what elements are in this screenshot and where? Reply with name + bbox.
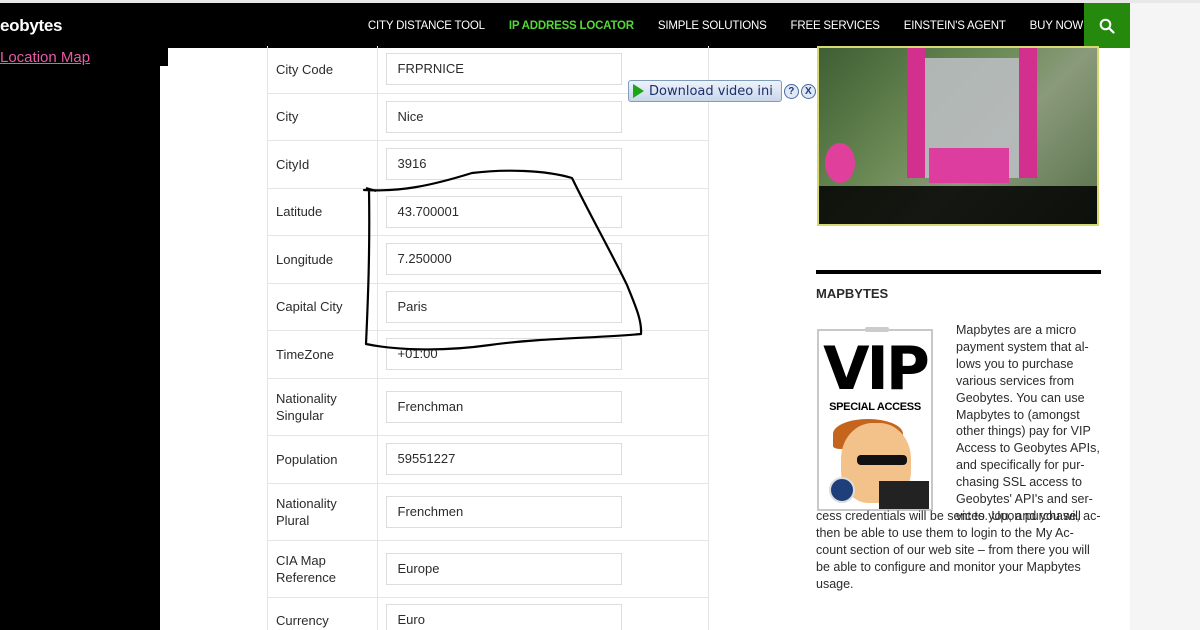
nationality-singular-field[interactable]: Frenchman	[385, 390, 622, 423]
right-page-edge	[1130, 3, 1200, 630]
widget-text-line: chasing SSL access to	[956, 475, 1082, 490]
widget-text-line: Geobytes. You can use	[956, 390, 1085, 405]
latitude-field[interactable]: 43.700001	[385, 195, 622, 228]
row-label: Population	[268, 435, 378, 484]
table-row: Capital City Paris	[268, 283, 708, 331]
city-id-field[interactable]: 3916	[385, 148, 622, 180]
widget-text-line: other things) pay for VIP	[956, 424, 1091, 439]
widget-text-right: Mapbytes are a micro payment system that…	[956, 322, 1102, 525]
help-button[interactable]: ?	[783, 83, 799, 99]
left-sidebar	[0, 48, 160, 630]
row-label: CIA Map Reference	[268, 540, 378, 598]
table-row: CIA Map Reference Europe	[268, 540, 708, 598]
badge-clip	[865, 327, 889, 332]
widget-text-line: count section of our web site – from the…	[816, 542, 1090, 557]
row-label: Nationality Plural	[268, 483, 378, 541]
search-icon	[1099, 18, 1115, 34]
play-icon	[633, 84, 644, 98]
nav-ip-address-locator[interactable]: IP ADDRESS LOCATOR	[509, 20, 634, 32]
city-field[interactable]: Nice	[385, 100, 622, 133]
table-row: Latitude 43.700001	[268, 188, 708, 236]
main-nav: CITY DISTANCE TOOL IP ADDRESS LOCATOR SI…	[344, 3, 1083, 48]
widget-text-line: payment system that al-	[956, 339, 1089, 354]
widget-text-line: be able to configure and monitor your Ma…	[816, 559, 1081, 574]
nav-einsteins-agent[interactable]: EINSTEIN'S AGENT	[904, 20, 1006, 32]
capital-city-field[interactable]: Paris	[385, 290, 622, 323]
table-row: Nationality Plural Frenchmen	[268, 483, 708, 541]
download-video-toolbar: Download video ini ? X	[628, 80, 816, 102]
nav-simple-solutions[interactable]: SIMPLE SOLUTIONS	[658, 20, 767, 32]
row-label: CityId	[268, 140, 378, 189]
widget-text-line: lows you to purchase	[956, 356, 1074, 371]
widget-text-line: Geobytes' API's and ser-	[956, 492, 1093, 507]
widget-text-line: Mapbytes to (amongst	[956, 407, 1080, 422]
row-label: Longitude	[268, 235, 378, 284]
longitude-field[interactable]: 7.250000	[385, 243, 622, 275]
row-label: TimeZone	[268, 330, 378, 379]
widget-text-line: then be able to use them to login to the…	[816, 525, 1074, 540]
cartoon-suit	[879, 481, 929, 509]
top-navigation-bar: eobytes CITY DISTANCE TOOL IP ADDRESS LO…	[0, 3, 1130, 48]
row-label: Nationality Singular	[268, 378, 378, 436]
table-row: CityId 3916	[268, 140, 708, 189]
video-logo	[825, 143, 855, 183]
close-button[interactable]: X	[800, 83, 816, 99]
widget-text-line: and specifically for pur-	[956, 458, 1085, 473]
location-details-table: City Code FRPRNICE City Nice CityId 3916…	[267, 46, 709, 630]
currency-field[interactable]: Euro	[385, 603, 622, 630]
seal-icon	[829, 477, 855, 503]
widget-text-line: cess credentials will be sent to you, an…	[816, 509, 1081, 523]
location-map-link[interactable]: Location Map	[0, 49, 90, 66]
widget-text-line: Access to Geobytes APIs,	[956, 441, 1100, 456]
table-row: Nationality Singular Frenchman	[268, 378, 708, 436]
cia-map-reference-field[interactable]: Europe	[385, 552, 622, 585]
nav-free-services[interactable]: FREE SERVICES	[791, 20, 880, 32]
vip-access-image[interactable]: VIP SPECIAL ACCESS	[817, 327, 933, 511]
nav-buy-now[interactable]: BUY NOW	[1030, 20, 1084, 32]
nationality-plural-field[interactable]: Frenchmen	[385, 495, 622, 528]
widget-title: MAPBYTES	[816, 286, 889, 301]
timezone-field[interactable]: +01:00	[385, 338, 622, 370]
row-label: Capital City	[268, 283, 378, 331]
widget-text-full: cess credentials will be sent to you, an…	[816, 508, 1102, 593]
table-row: Longitude 7.250000	[268, 235, 708, 284]
table-row: Population 59551227	[268, 435, 708, 484]
widget-text-line: various services from	[956, 373, 1075, 388]
row-label: City	[268, 93, 378, 141]
nav-city-distance-tool[interactable]: CITY DISTANCE TOOL	[368, 20, 485, 32]
table-row: TimeZone +01:00	[268, 330, 708, 379]
video-controls[interactable]	[819, 186, 1097, 224]
site-brand[interactable]: eobytes	[0, 3, 62, 48]
vip-subtitle: SPECIAL ACCESS	[829, 401, 921, 413]
video-stage	[929, 148, 1009, 183]
video-pink-tower-right	[1019, 48, 1037, 178]
video-player[interactable]	[817, 46, 1099, 226]
population-field[interactable]: 59551227	[385, 443, 622, 475]
row-label: Currency	[268, 597, 378, 630]
cartoon-sunglasses	[857, 455, 907, 465]
video-pink-tower-left	[907, 48, 925, 178]
table-row: Currency Euro	[268, 597, 708, 630]
widget-text-line: Mapbytes are a micro	[956, 323, 1077, 337]
row-label: City Code	[268, 46, 378, 94]
widget-text-line: usage.	[816, 576, 854, 591]
widget-divider	[816, 270, 1101, 274]
search-button[interactable]	[1084, 3, 1130, 48]
download-video-button[interactable]: Download video ini	[628, 80, 782, 102]
vip-title: VIP	[823, 334, 930, 404]
download-video-label: Download video ini	[649, 83, 773, 99]
city-code-field[interactable]: FRPRNICE	[385, 53, 622, 86]
row-label: Latitude	[268, 188, 378, 236]
